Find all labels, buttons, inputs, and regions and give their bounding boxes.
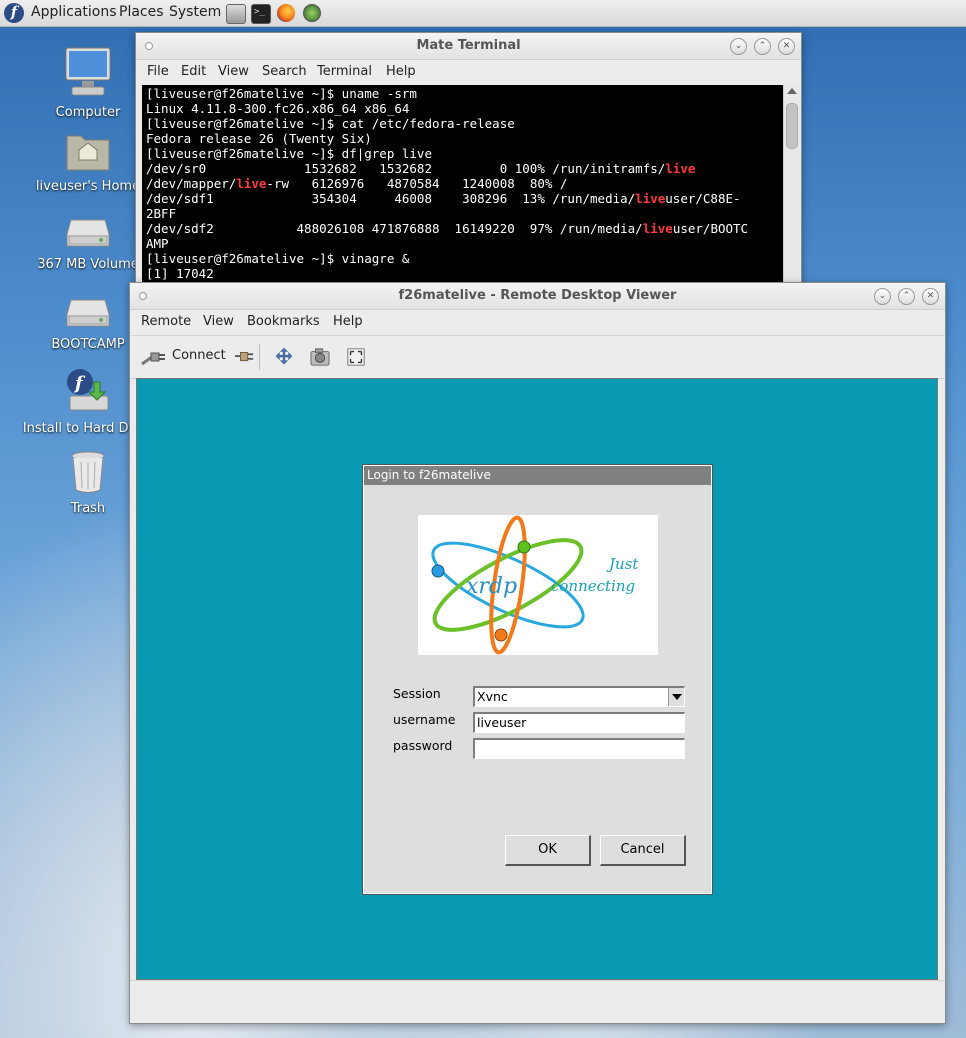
applications-menu[interactable]: Applications [31, 4, 117, 20]
menu-search[interactable]: Search [262, 64, 307, 79]
terminal-line: /dev/mapper/live-rw 6126976 4870584 1240… [146, 176, 568, 191]
ok-button[interactable]: OK [505, 835, 591, 866]
minimize-icon[interactable]: ⌄ [730, 38, 747, 55]
maximize-icon[interactable]: ⌃ [898, 288, 915, 305]
remote-display[interactable]: Login to f26matelive xrdp Just connectin… [136, 378, 938, 980]
terminal-icon[interactable]: >_ [251, 4, 271, 24]
trash-icon [71, 451, 105, 493]
fedora-logo-icon[interactable]: f [4, 3, 24, 23]
connect-label: Connect [172, 348, 226, 363]
scale-view-icon[interactable] [346, 347, 366, 367]
toolbar-separator [259, 344, 260, 370]
username-value: liveuser [477, 715, 527, 730]
menu-terminal[interactable]: Terminal [317, 64, 372, 79]
terminal-titlebar[interactable]: Mate Terminal ⌄ ⌃ ✕ [136, 33, 801, 60]
menu-remote[interactable]: Remote [141, 314, 191, 329]
menu-view[interactable]: View [203, 314, 234, 329]
viewer-window: f26matelive - Remote Desktop Viewer ⌄ ⌃ … [129, 282, 946, 1024]
xrdp-tagline-2: connecting [551, 577, 635, 595]
maximize-icon[interactable]: ⌃ [754, 38, 771, 55]
terminal-line: AMP [146, 236, 169, 251]
firefox-icon[interactable] [277, 4, 295, 22]
terminal-line: Linux 4.11.8-300.fc26.x86_64 x86_64 [146, 101, 410, 116]
viewer-menubar: Remote View Bookmarks Help [130, 310, 945, 334]
volume-icon [66, 219, 110, 247]
password-label: password [393, 738, 453, 753]
bootcamp-drive-icon [66, 299, 110, 327]
terminal-line: /dev/sdf2 488026108 471876888 16149220 9… [146, 221, 749, 236]
disconnect-plug-icon[interactable] [235, 347, 255, 367]
terminal-scrollbar[interactable] [783, 85, 800, 285]
cancel-button[interactable]: Cancel [600, 835, 686, 866]
terminal-menubar: File Edit View Search Terminal Help [136, 60, 801, 84]
install-icon: f [67, 369, 109, 411]
minimize-icon[interactable]: ⌄ [874, 288, 891, 305]
menu-help[interactable]: Help [386, 64, 416, 79]
screenshot-icon[interactable] [310, 347, 330, 367]
terminal-line: /dev/sdf1 354304 46008 308296 13% /run/m… [146, 191, 741, 206]
terminal-line: Fedora release 26 (Twenty Six) [146, 131, 372, 146]
connect-button[interactable]: Connect [140, 345, 228, 369]
terminal-output[interactable]: [liveuser@f26matelive ~]$ uname -srm Linu… [142, 85, 783, 285]
terminal-line: /dev/sr0 1532682 1532682 0 100% /run/ini… [146, 161, 696, 176]
terminal-line: 2BFF [146, 206, 177, 221]
scrollbar-thumb[interactable] [786, 103, 798, 149]
xrdp-dialog-title: Login to f26matelive [364, 466, 711, 485]
connect-plug-icon [141, 352, 165, 366]
username-field[interactable]: liveuser [473, 712, 685, 733]
xrdp-logo: xrdp Just connecting [418, 515, 658, 655]
xrdp-login-dialog: Login to f26matelive xrdp Just connectin… [362, 464, 713, 895]
terminal-line: [1] 17042 [146, 266, 214, 281]
viewer-titlebar[interactable]: f26matelive - Remote Desktop Viewer ⌄ ⌃ … [130, 283, 945, 310]
terminal-line: [liveuser@f26matelive ~]$ df|grep live [146, 146, 432, 161]
chevron-down-icon[interactable] [668, 688, 684, 706]
places-menu[interactable]: Places [119, 4, 164, 20]
screenshot-icon[interactable] [303, 4, 321, 22]
home-folder-icon [66, 135, 110, 171]
session-label: Session [393, 686, 441, 701]
menu-view[interactable]: View [218, 64, 249, 79]
computer-icon [65, 47, 111, 96]
scroll-up-icon[interactable] [787, 88, 797, 94]
menu-help[interactable]: Help [333, 314, 363, 329]
terminal-text: [liveuser@f26matelive ~]$ uname -srm Linu… [142, 85, 783, 282]
viewer-toolbar: Connect [130, 335, 945, 379]
terminal-window: Mate Terminal ⌄ ⌃ ✕ File Edit View Searc… [135, 32, 802, 290]
session-value: Xvnc [477, 689, 508, 704]
menu-file[interactable]: File [147, 64, 169, 79]
system-menu[interactable]: System [169, 4, 221, 20]
terminal-title: Mate Terminal [416, 38, 521, 53]
session-select[interactable]: Xvnc [473, 686, 685, 707]
terminal-line: [liveuser@f26matelive ~]$ uname -srm [146, 86, 417, 101]
close-icon[interactable]: ✕ [922, 288, 939, 305]
viewer-title: f26matelive - Remote Desktop Viewer [398, 288, 677, 303]
username-label: username [393, 712, 456, 727]
terminal-line: [liveuser@f26matelive ~]$ cat /etc/fedor… [146, 116, 515, 131]
fullscreen-arrows-icon[interactable] [274, 347, 294, 367]
xrdp-atom-icon: xrdp Just connecting [431, 515, 639, 655]
top-panel: f Applications Places System >_ [0, 0, 966, 27]
menu-edit[interactable]: Edit [181, 64, 206, 79]
xrdp-brand-text: xrdp [466, 574, 517, 599]
close-icon[interactable]: ✕ [778, 38, 795, 55]
terminal-line: [liveuser@f26matelive ~]$ vinagre & [146, 251, 410, 266]
menu-bookmarks[interactable]: Bookmarks [247, 314, 320, 329]
viewer-statusbar [130, 980, 945, 1023]
xrdp-tagline-1: Just [606, 555, 639, 573]
password-field[interactable] [473, 738, 685, 759]
file-manager-icon[interactable] [226, 4, 246, 24]
